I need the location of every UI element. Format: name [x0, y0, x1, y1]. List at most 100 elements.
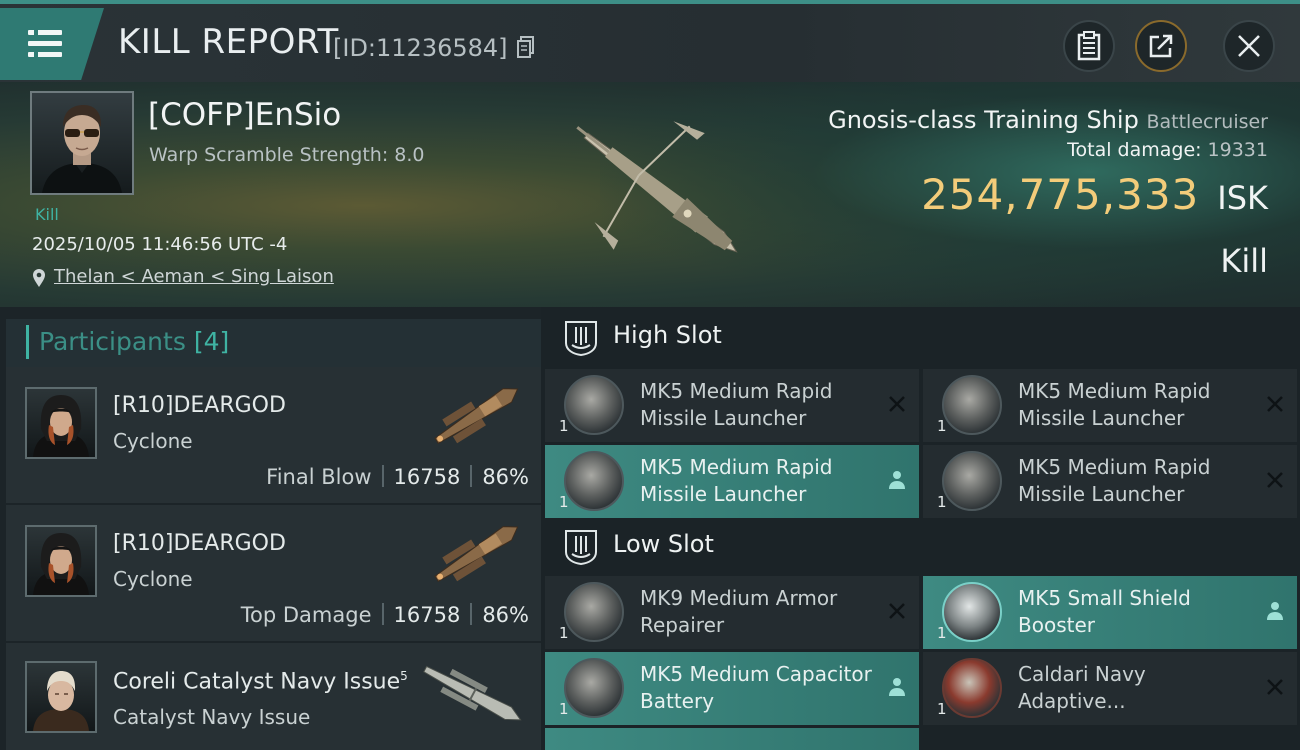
participant-percent: 86% [482, 603, 529, 627]
participant-stats: Top Damage 16758 86% [241, 603, 529, 627]
ship-name-text: Gnosis-class Training Ship [828, 106, 1139, 134]
location-pin-icon [33, 269, 45, 287]
low-slot-label: Low Slot [613, 530, 714, 558]
destroyed-icon [889, 603, 905, 619]
report-id: [ID:11236584] [333, 34, 535, 62]
fitting-panel: High Slot 1 MK5 Medium Rapid Missile Lau… [541, 307, 1300, 750]
participant-row[interactable]: [R10]DEARGOD Cyclone Final Blow 16758 86% [6, 367, 541, 503]
title-bar: KILL REPORT [ID:11236584] [0, 0, 1300, 82]
module-item[interactable]: 1 MK5 Medium Rapid Missile Launcher [545, 369, 919, 442]
destroyed-icon [1267, 472, 1283, 488]
victim-portrait[interactable] [30, 91, 134, 195]
shield-booster-icon [942, 582, 1002, 642]
kill-result: Kill [1220, 242, 1268, 280]
victim-panel: [COFP]EnSio Warp Scramble Strength: 8.0 … [0, 82, 1300, 307]
clipboard-button[interactable] [1063, 20, 1115, 72]
module-item[interactable]: 1 MK5 Medium Capacitor Battery [545, 652, 919, 725]
clipboard-icon [1077, 31, 1101, 61]
rapid-missile-launcher-icon [942, 451, 1002, 511]
warp-scramble-strength: Warp Scramble Strength: 8.0 [149, 144, 425, 166]
module-item-partial[interactable] [545, 728, 919, 750]
close-button[interactable] [1223, 20, 1275, 72]
participant-stats: Final Blow 16758 86% [266, 465, 529, 489]
participant-ship: Catalyst Navy Issue [113, 705, 311, 729]
participants-label: Participants [4] [26, 325, 229, 359]
module-item[interactable]: 1 MK5 Small Shield Booster [923, 576, 1297, 649]
module-qty: 1 [937, 417, 947, 435]
cyclone-ship-icon [434, 526, 519, 582]
dropped-person-icon [1267, 602, 1283, 620]
module-item[interactable]: 1 MK5 Medium Rapid Missile Launcher [923, 369, 1297, 442]
participant-role: Top Damage [240, 603, 372, 627]
participant-name-sup: 5 [400, 669, 408, 683]
participant-avatar [25, 661, 97, 733]
high-slot-header: High Slot [545, 307, 1300, 369]
ship-name[interactable]: Gnosis-class Training Ship Battlecruiser [828, 106, 1268, 134]
module-name: Caldari Navy Adaptive... [1018, 662, 1146, 713]
participant-role: Final Blow [266, 465, 372, 489]
participant-damage: 16758 [393, 603, 461, 627]
total-damage: Total damage: 19331 [1067, 139, 1268, 161]
module-item[interactable]: 1 Caldari Navy Adaptive... [923, 652, 1297, 725]
dropped-person-icon [889, 471, 905, 489]
low-slot-header: Low Slot [545, 516, 1300, 578]
module-item[interactable]: 1 MK5 Medium Rapid Missile Launcher [545, 445, 919, 518]
report-id-text: [ID:11236584] [333, 34, 508, 62]
participant-ship: Cyclone [113, 429, 193, 453]
module-qty: 1 [559, 700, 569, 718]
capacitor-battery-icon [564, 658, 624, 718]
pilot-name[interactable]: [COFP]EnSio [148, 97, 341, 133]
location-link[interactable]: Thelan < Aeman < Sing Laison [54, 266, 334, 287]
module-name: MK5 Medium Rapid Missile Launcher [640, 379, 833, 430]
module-qty: 1 [559, 493, 569, 511]
rapid-missile-launcher-icon [564, 451, 624, 511]
high-slot-label: High Slot [613, 321, 722, 349]
isk-value: 254,775,333 ISK [921, 170, 1268, 219]
module-qty: 1 [559, 624, 569, 642]
participant-name: [R10]DEARGOD [113, 531, 286, 556]
module-qty: 1 [559, 417, 569, 435]
participant-name-text: Coreli Catalyst Navy Issue [113, 669, 401, 695]
isk-amount: 254,775,333 [921, 170, 1200, 219]
cyclone-ship-icon [434, 388, 519, 444]
participant-name: [R10]DEARGOD [113, 393, 286, 418]
participant-row[interactable]: [R10]DEARGOD Cyclone Top Damage 16758 86% [6, 505, 541, 641]
total-damage-value: 19331 [1207, 139, 1268, 161]
share-button[interactable] [1135, 20, 1187, 72]
armor-repairer-icon [564, 582, 624, 642]
copy-icon[interactable] [517, 36, 535, 58]
total-damage-label: Total damage: [1067, 139, 1202, 161]
participant-ship: Cyclone [113, 567, 193, 591]
rapid-missile-launcher-icon [564, 375, 624, 435]
kill-report-screen: KILL REPORT [ID:11236584] [COFP]EnSio Wa… [0, 0, 1300, 750]
module-qty: 1 [937, 493, 947, 511]
close-icon [1238, 35, 1260, 57]
participant-avatar [25, 387, 97, 459]
ship-render [576, 121, 738, 253]
module-name: MK5 Small Shield Booster [1018, 586, 1191, 637]
ship-class: Battlecruiser [1146, 111, 1268, 133]
participants-panel: Participants [4] [R10]DEARGOD Cyclone Fi… [0, 307, 541, 750]
participant-name: Coreli Catalyst Navy Issue5 [113, 669, 408, 694]
module-name: MK5 Medium Capacitor Battery [640, 662, 872, 713]
adaptive-hardener-icon [942, 658, 1002, 718]
participants-count: [4] [193, 327, 230, 356]
menu-button[interactable] [0, 8, 104, 80]
destroyed-icon [1267, 396, 1283, 412]
module-item[interactable]: 1 MK9 Medium Armor Repairer [545, 576, 919, 649]
kill-location[interactable]: Thelan < Aeman < Sing Laison [32, 266, 334, 287]
module-name: MK5 Medium Rapid Missile Launcher [1018, 379, 1211, 430]
destroyed-icon [1267, 679, 1283, 695]
participant-row[interactable]: Coreli Catalyst Navy Issue5 Catalyst Nav… [6, 643, 541, 750]
participant-damage: 16758 [393, 465, 461, 489]
module-name: MK9 Medium Armor Repairer [640, 586, 838, 637]
kill-tag: Kill [35, 205, 59, 224]
module-item[interactable]: 1 MK5 Medium Rapid Missile Launcher [923, 445, 1297, 518]
module-name: MK5 Medium Rapid Missile Launcher [1018, 455, 1211, 506]
participants-header[interactable]: Participants [4] [6, 319, 541, 373]
isk-unit: ISK [1217, 179, 1268, 217]
module-name: MK5 Medium Rapid Missile Launcher [640, 455, 833, 506]
share-icon [1149, 34, 1173, 58]
rapid-missile-launcher-icon [942, 375, 1002, 435]
dropped-person-icon [889, 678, 905, 696]
